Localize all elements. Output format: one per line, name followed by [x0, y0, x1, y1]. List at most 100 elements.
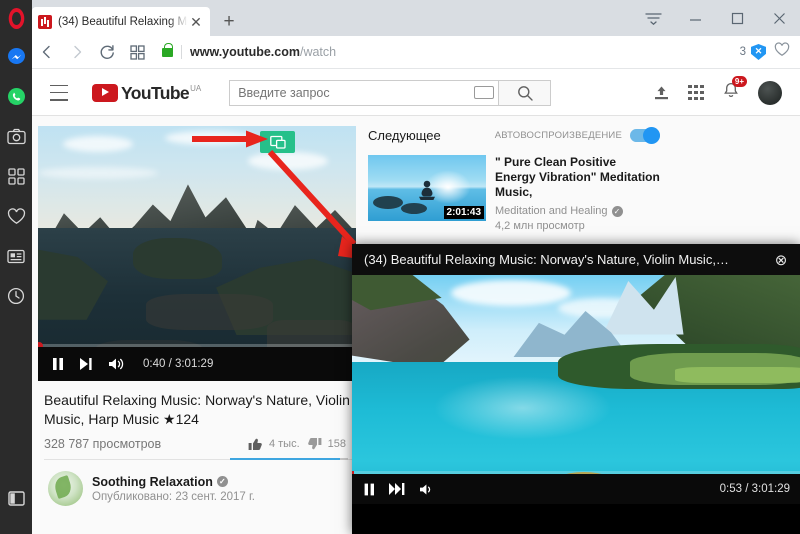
verified-badge-icon: ✓ — [612, 206, 623, 217]
browser-titlebar: (34) Beautiful Relaxing Mu ✕ + — [0, 0, 800, 36]
picture-in-picture-button[interactable] — [260, 131, 295, 153]
upload-icon[interactable] — [654, 85, 669, 101]
speed-dial-button[interactable] — [122, 37, 152, 67]
sidebar-item-whatsapp[interactable] — [0, 76, 32, 116]
new-tab-button[interactable]: + — [218, 12, 240, 34]
up-next-thumbnail[interactable]: 2:01:43 — [368, 155, 486, 221]
apps-grid-icon[interactable] — [688, 85, 704, 101]
up-next-views: 4,2 млн просмотр — [495, 220, 660, 232]
pause-button[interactable] — [52, 357, 64, 371]
autoplay-control[interactable]: АВТОВОСПРОИЗВЕДЕНИЕ — [495, 129, 660, 142]
autoplay-toggle[interactable] — [630, 129, 660, 142]
like-button[interactable]: 4 тыс. — [248, 437, 300, 451]
video-title: Beautiful Relaxing Music: Norway's Natur… — [44, 391, 352, 429]
sidebar-item-bookmarks[interactable] — [0, 196, 32, 236]
browser-menu-button[interactable] — [632, 0, 674, 36]
sidebar-item-history[interactable] — [0, 276, 32, 316]
search-area — [229, 80, 551, 106]
video-meta: Beautiful Relaxing Music: Norway's Natur… — [38, 381, 356, 506]
address-url: www.youtube.com/watch — [190, 45, 336, 59]
address-bar[interactable]: www.youtube.com/watch — [156, 40, 734, 64]
pip-controls: 0:53 / 3:01:29 — [352, 474, 800, 504]
browser-navbar: www.youtube.com/watch 3 ✕ — [32, 36, 800, 69]
up-next-channel-row: Meditation and Healing ✓ — [495, 205, 660, 217]
tab-title: (34) Beautiful Relaxing Mu — [58, 16, 188, 28]
up-next-title-text: " Pure Clean Positive Energy Vibration" … — [495, 155, 660, 200]
youtube-logo-country: UA — [190, 84, 201, 93]
pip-video-surface[interactable]: 0:53 / 3:01:29 — [352, 275, 800, 504]
up-next-title: Следующее — [368, 128, 441, 143]
autoplay-label: АВТОВОСПРОИЗВЕДЕНИЕ — [495, 130, 622, 141]
picture-in-picture-window[interactable]: (34) Beautiful Relaxing Music: Norway's … — [352, 244, 800, 534]
hamburger-menu-icon[interactable] — [50, 85, 76, 101]
youtube-favicon — [38, 15, 52, 29]
up-next-info: " Pure Clean Positive Energy Vibration" … — [495, 155, 660, 232]
blocker-count: 3 — [740, 46, 746, 58]
up-next-duration: 2:01:43 — [444, 206, 484, 219]
window-controls — [632, 0, 800, 36]
video-player[interactable]: 0:40 / 3:01:29 — [38, 126, 356, 381]
notifications-bell[interactable]: 9+ — [723, 82, 739, 104]
youtube-logo-text: YouTube — [121, 84, 189, 102]
channel-avatar[interactable] — [48, 471, 83, 506]
search-button[interactable] — [499, 80, 551, 106]
browser-tab[interactable]: (34) Beautiful Relaxing Mu ✕ — [32, 7, 210, 36]
header-actions: 9+ — [654, 81, 788, 105]
sidebar-item-news[interactable] — [0, 236, 32, 276]
screenshot-root: (34) Beautiful Relaxing Mu ✕ + — [0, 0, 800, 534]
pip-close-button[interactable]: ⊗ — [770, 251, 792, 269]
sidebar-item-instagram[interactable] — [0, 116, 32, 156]
back-button[interactable] — [32, 37, 62, 67]
rating-bar — [230, 458, 348, 460]
channel-row[interactable]: Soothing Relaxation ✓ Опубликовано: 23 с… — [44, 460, 352, 506]
like-count: 4 тыс. — [269, 438, 300, 450]
sidebar-item-extensions[interactable] — [0, 156, 32, 196]
search-input[interactable] — [238, 86, 470, 100]
close-window-button[interactable] — [758, 0, 800, 36]
video-title-line-2: Music, Harp Music ★124 — [44, 410, 352, 429]
minimize-button[interactable] — [674, 0, 716, 36]
pip-pause-button[interactable] — [364, 483, 375, 496]
ad-blocker-shield-icon[interactable]: ✕ — [751, 44, 766, 60]
youtube-play-icon — [92, 84, 118, 102]
channel-name-row[interactable]: Soothing Relaxation ✓ — [92, 475, 255, 489]
up-next-header: Следующее АВТОВОСПРОИЗВЕДЕНИЕ — [368, 128, 660, 143]
pip-title: (34) Beautiful Relaxing Music: Norway's … — [364, 252, 770, 267]
verified-badge-icon: ✓ — [217, 476, 228, 487]
video-stats-row: 328 787 просмотров 4 тыс. 158 — [44, 437, 352, 460]
secure-lock-icon — [162, 48, 173, 57]
video-title-line-1: Beautiful Relaxing Music: Norway's Natur… — [44, 392, 352, 408]
sidebar-panel-toggle[interactable] — [0, 478, 32, 518]
user-avatar[interactable] — [758, 81, 782, 105]
pip-volume-button[interactable] — [419, 483, 435, 496]
url-path: /watch — [300, 45, 336, 59]
dislike-button[interactable]: 158 — [307, 437, 346, 451]
keyboard-icon[interactable] — [474, 86, 494, 99]
dislike-count: 158 — [328, 438, 346, 450]
reload-button[interactable] — [92, 37, 122, 67]
tab-close-button[interactable]: ✕ — [188, 15, 204, 29]
rating-buttons: 4 тыс. 158 — [248, 437, 352, 451]
up-next-channel: Meditation and Healing — [495, 205, 608, 217]
view-count: 328 787 просмотров — [44, 437, 161, 451]
youtube-header: YouTube UA — [32, 70, 800, 116]
bookmark-heart-icon[interactable] — [774, 42, 790, 62]
volume-button[interactable] — [108, 357, 125, 371]
opera-logo — [0, 0, 32, 36]
url-domain: www.youtube.com — [190, 45, 300, 59]
player-controls: 0:40 / 3:01:29 — [38, 347, 356, 381]
pip-titlebar[interactable]: (34) Beautiful Relaxing Music: Norway's … — [352, 244, 800, 275]
main-column: 0:40 / 3:01:29 Beautiful Relaxing Music:… — [38, 126, 356, 506]
forward-button[interactable] — [62, 37, 92, 67]
pip-time: 0:53 / 3:01:29 — [720, 483, 790, 495]
opera-sidebar — [0, 36, 32, 534]
youtube-logo[interactable]: YouTube UA — [92, 84, 201, 102]
maximize-button[interactable] — [716, 0, 758, 36]
pip-next-button[interactable] — [389, 483, 405, 495]
player-time: 0:40 / 3:01:29 — [143, 358, 213, 370]
next-video-button[interactable] — [79, 357, 93, 371]
up-next-video-item[interactable]: 2:01:43 " Pure Clean Positive Energy Vib… — [368, 155, 660, 232]
sidebar-item-messenger[interactable] — [0, 36, 32, 76]
search-box[interactable] — [229, 80, 499, 106]
publish-date: Опубликовано: 23 сент. 2017 г. — [92, 491, 255, 503]
